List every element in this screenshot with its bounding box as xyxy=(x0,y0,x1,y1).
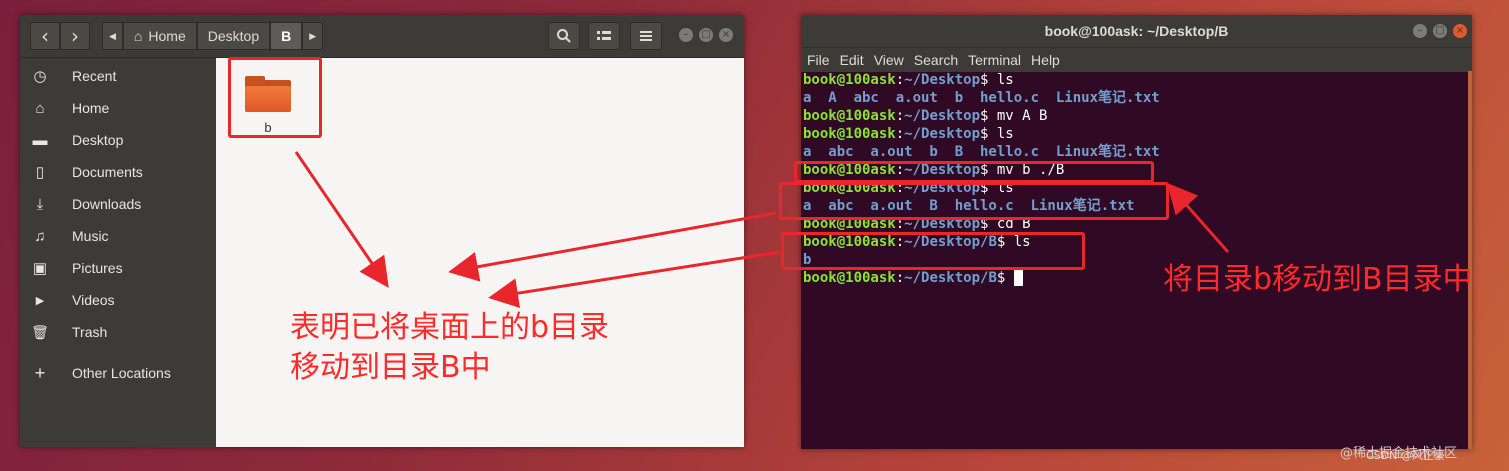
watermark-csdn: CSDN @风正豪 xyxy=(1366,449,1445,462)
annotation-right: 将目录b移动到B目录中 xyxy=(1163,262,1473,297)
arrow-to-note-from-ls-b xyxy=(488,250,781,309)
annotation-left-line1: 表明已将桌面上的b目录 xyxy=(290,310,610,345)
annotation-left-line2: 移动到目录B中 xyxy=(290,350,491,385)
annotation-arrows xyxy=(294,151,1230,309)
arrow-to-mv-command xyxy=(1167,183,1230,253)
arrow-to-note-from-folder xyxy=(294,151,389,288)
